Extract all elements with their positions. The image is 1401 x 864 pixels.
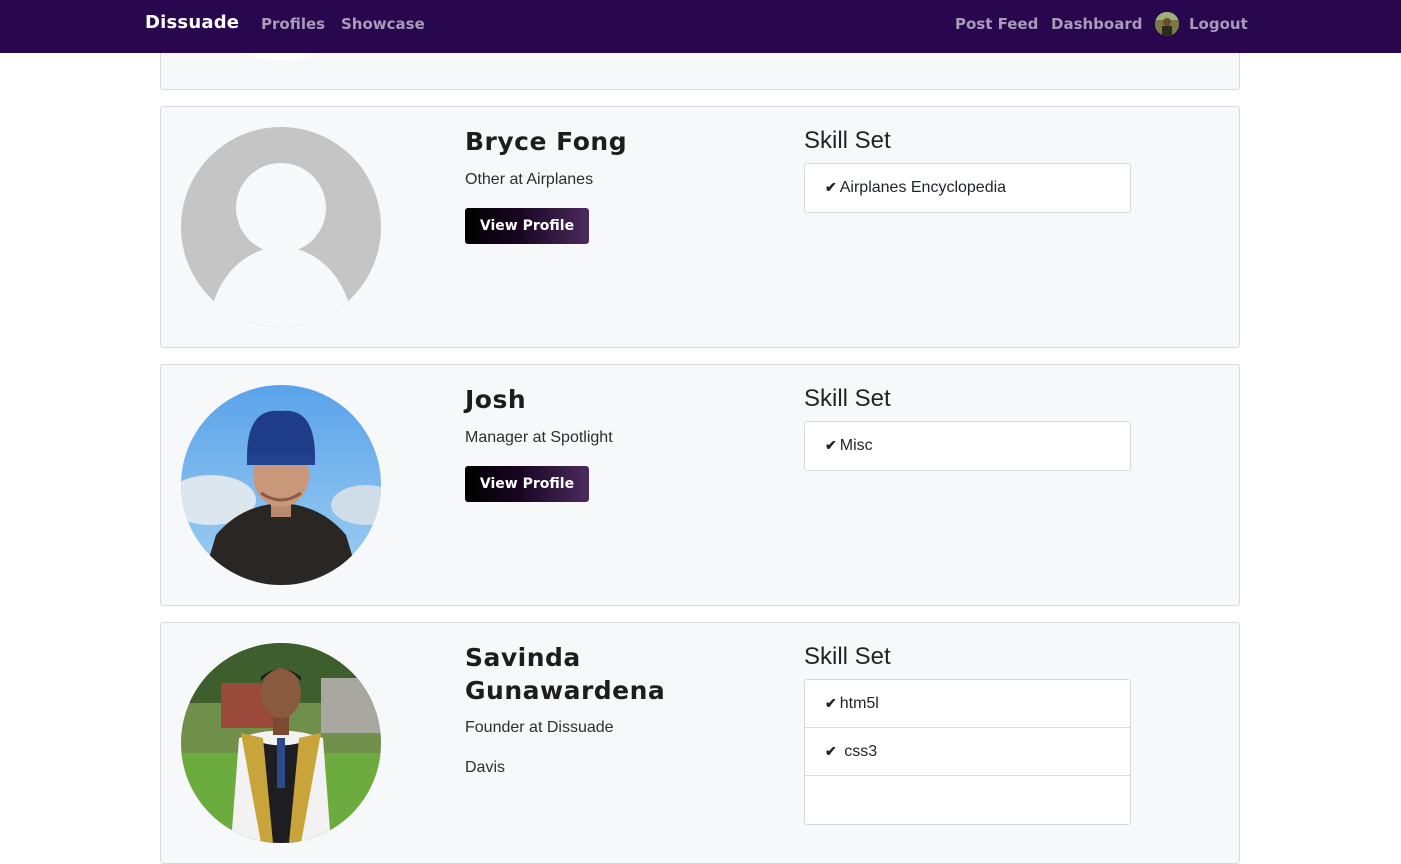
brand-logo[interactable]: Dissuade bbox=[145, 12, 239, 33]
skill-item: ✔ htm5l bbox=[805, 680, 1130, 728]
check-icon: ✔ bbox=[825, 179, 837, 195]
check-icon: ✔ bbox=[825, 743, 837, 759]
skill-item bbox=[805, 776, 1130, 824]
profile-photo bbox=[181, 643, 381, 843]
profile-card: Bryce Fong Other at Airplanes View Profi… bbox=[160, 106, 1240, 348]
skill-label: htm5l bbox=[839, 695, 879, 712]
profile-name: Josh bbox=[465, 385, 527, 414]
skill-item: ✔ Airplanes Encyclopedia bbox=[805, 164, 1130, 212]
profile-name: Savinda Gunawardena bbox=[465, 643, 666, 705]
skill-item: ✔ Misc bbox=[805, 422, 1130, 470]
view-profile-button[interactable]: View Profile bbox=[465, 208, 589, 244]
skills-title: Skill Set bbox=[804, 127, 891, 154]
profile-role: Founder at Dissuade bbox=[465, 719, 614, 736]
profile-location: Davis bbox=[465, 759, 506, 776]
nav-showcase-link[interactable]: Showcase bbox=[341, 15, 425, 33]
skill-label: css3 bbox=[844, 743, 878, 760]
profile-name: Bryce Fong bbox=[465, 127, 628, 156]
skills-title: Skill Set bbox=[804, 643, 891, 670]
view-profile-button[interactable]: View Profile bbox=[465, 466, 589, 502]
nav-dashboard-link[interactable]: Dashboard bbox=[1051, 15, 1142, 33]
skills-list: ✔ htm5l ✔ css3 bbox=[804, 679, 1131, 825]
check-icon: ✔ bbox=[825, 695, 837, 711]
nav-post-feed-link[interactable]: Post Feed bbox=[955, 15, 1038, 33]
skills-list: ✔ Misc bbox=[804, 421, 1131, 471]
navbar: Dissuade Profiles Showcase Post Feed Das… bbox=[0, 0, 1401, 53]
profile-card: Savinda Gunawardena Founder at Dissuade … bbox=[160, 622, 1240, 864]
user-avatar[interactable] bbox=[1155, 12, 1179, 36]
profile-role: Manager at Spotlight bbox=[465, 429, 613, 446]
nav-profiles-link[interactable]: Profiles bbox=[261, 15, 325, 33]
skills-title: Skill Set bbox=[804, 385, 891, 412]
default-user-icon bbox=[181, 127, 381, 327]
skills-list: ✔ Airplanes Encyclopedia bbox=[804, 163, 1131, 213]
profile-role: Other at Airplanes bbox=[465, 171, 594, 188]
skill-item: ✔ css3 bbox=[805, 728, 1130, 776]
check-icon: ✔ bbox=[825, 437, 837, 453]
profile-card: Josh Manager at Spotlight View Profile S… bbox=[160, 364, 1240, 606]
skill-label: Airplanes Encyclopedia bbox=[839, 179, 1007, 196]
logout-link[interactable]: Logout bbox=[1189, 15, 1248, 33]
profile-photo bbox=[181, 385, 381, 585]
skill-label: Misc bbox=[839, 437, 873, 454]
